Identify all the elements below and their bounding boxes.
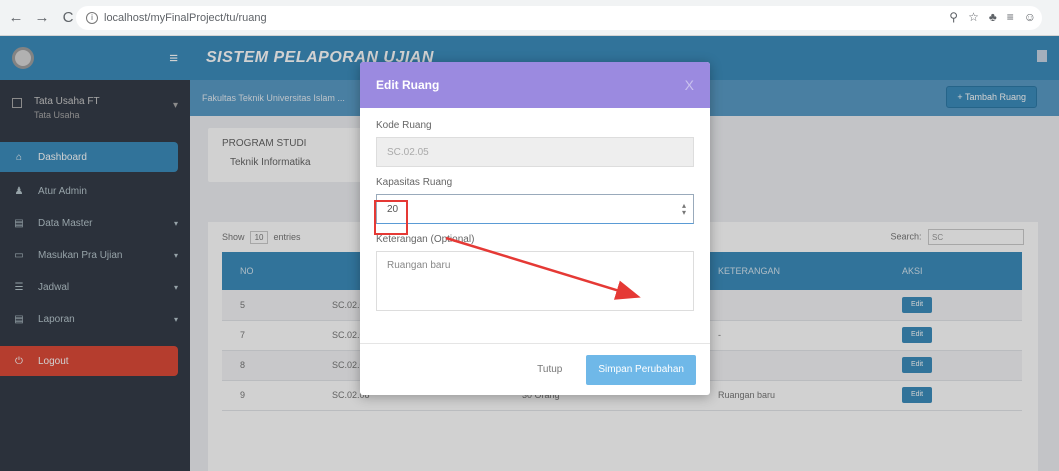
close-icon[interactable]: X: [685, 77, 694, 93]
modal-title: Edit Ruang: [376, 78, 440, 92]
kapasitas-input[interactable]: [376, 194, 694, 224]
tutup-button[interactable]: Tutup: [527, 358, 573, 381]
keterangan-label: Keterangan (Optional): [376, 234, 475, 245]
info-icon[interactable]: i: [86, 12, 98, 24]
modal-header: Edit Ruang X: [360, 62, 710, 108]
annotation-highlight-box: [374, 200, 408, 235]
profile-icon[interactable]: ☺: [1024, 10, 1036, 24]
address-bar[interactable]: i localhost/myFinalProject/tu/ruang ⚲ ☆ …: [76, 6, 1042, 30]
zoom-icon[interactable]: ⚲: [949, 10, 958, 24]
forward-arrow-icon[interactable]: →: [32, 8, 52, 28]
back-arrow-icon[interactable]: ←: [6, 8, 26, 28]
keterangan-textarea[interactable]: Ruangan baru: [376, 251, 694, 311]
star-icon[interactable]: ☆: [968, 10, 979, 24]
extension-icon[interactable]: ♣: [989, 10, 997, 24]
number-stepper-icon[interactable]: ▴ ▾: [682, 202, 686, 217]
menu-icon[interactable]: ≡: [1007, 10, 1014, 24]
reload-icon[interactable]: C: [58, 8, 78, 28]
kapasitas-label: Kapasitas Ruang: [376, 177, 453, 188]
modal-body: Kode Ruang Kapasitas Ruang ▴▾ Keterangan…: [360, 108, 710, 314]
browser-toolbar: ← → C i localhost/myFinalProject/tu/ruan…: [0, 0, 1059, 36]
kode-ruang-input: [376, 137, 694, 167]
simpan-perubahan-button[interactable]: Simpan Perubahan: [586, 354, 696, 385]
edit-room-modal: Edit Ruang X Kode Ruang Kapasitas Ruang …: [360, 62, 710, 395]
kode-ruang-label: Kode Ruang: [376, 120, 432, 131]
url-text: localhost/myFinalProject/tu/ruang: [104, 12, 267, 24]
modal-footer: Tutup Simpan Perubahan: [360, 343, 710, 395]
